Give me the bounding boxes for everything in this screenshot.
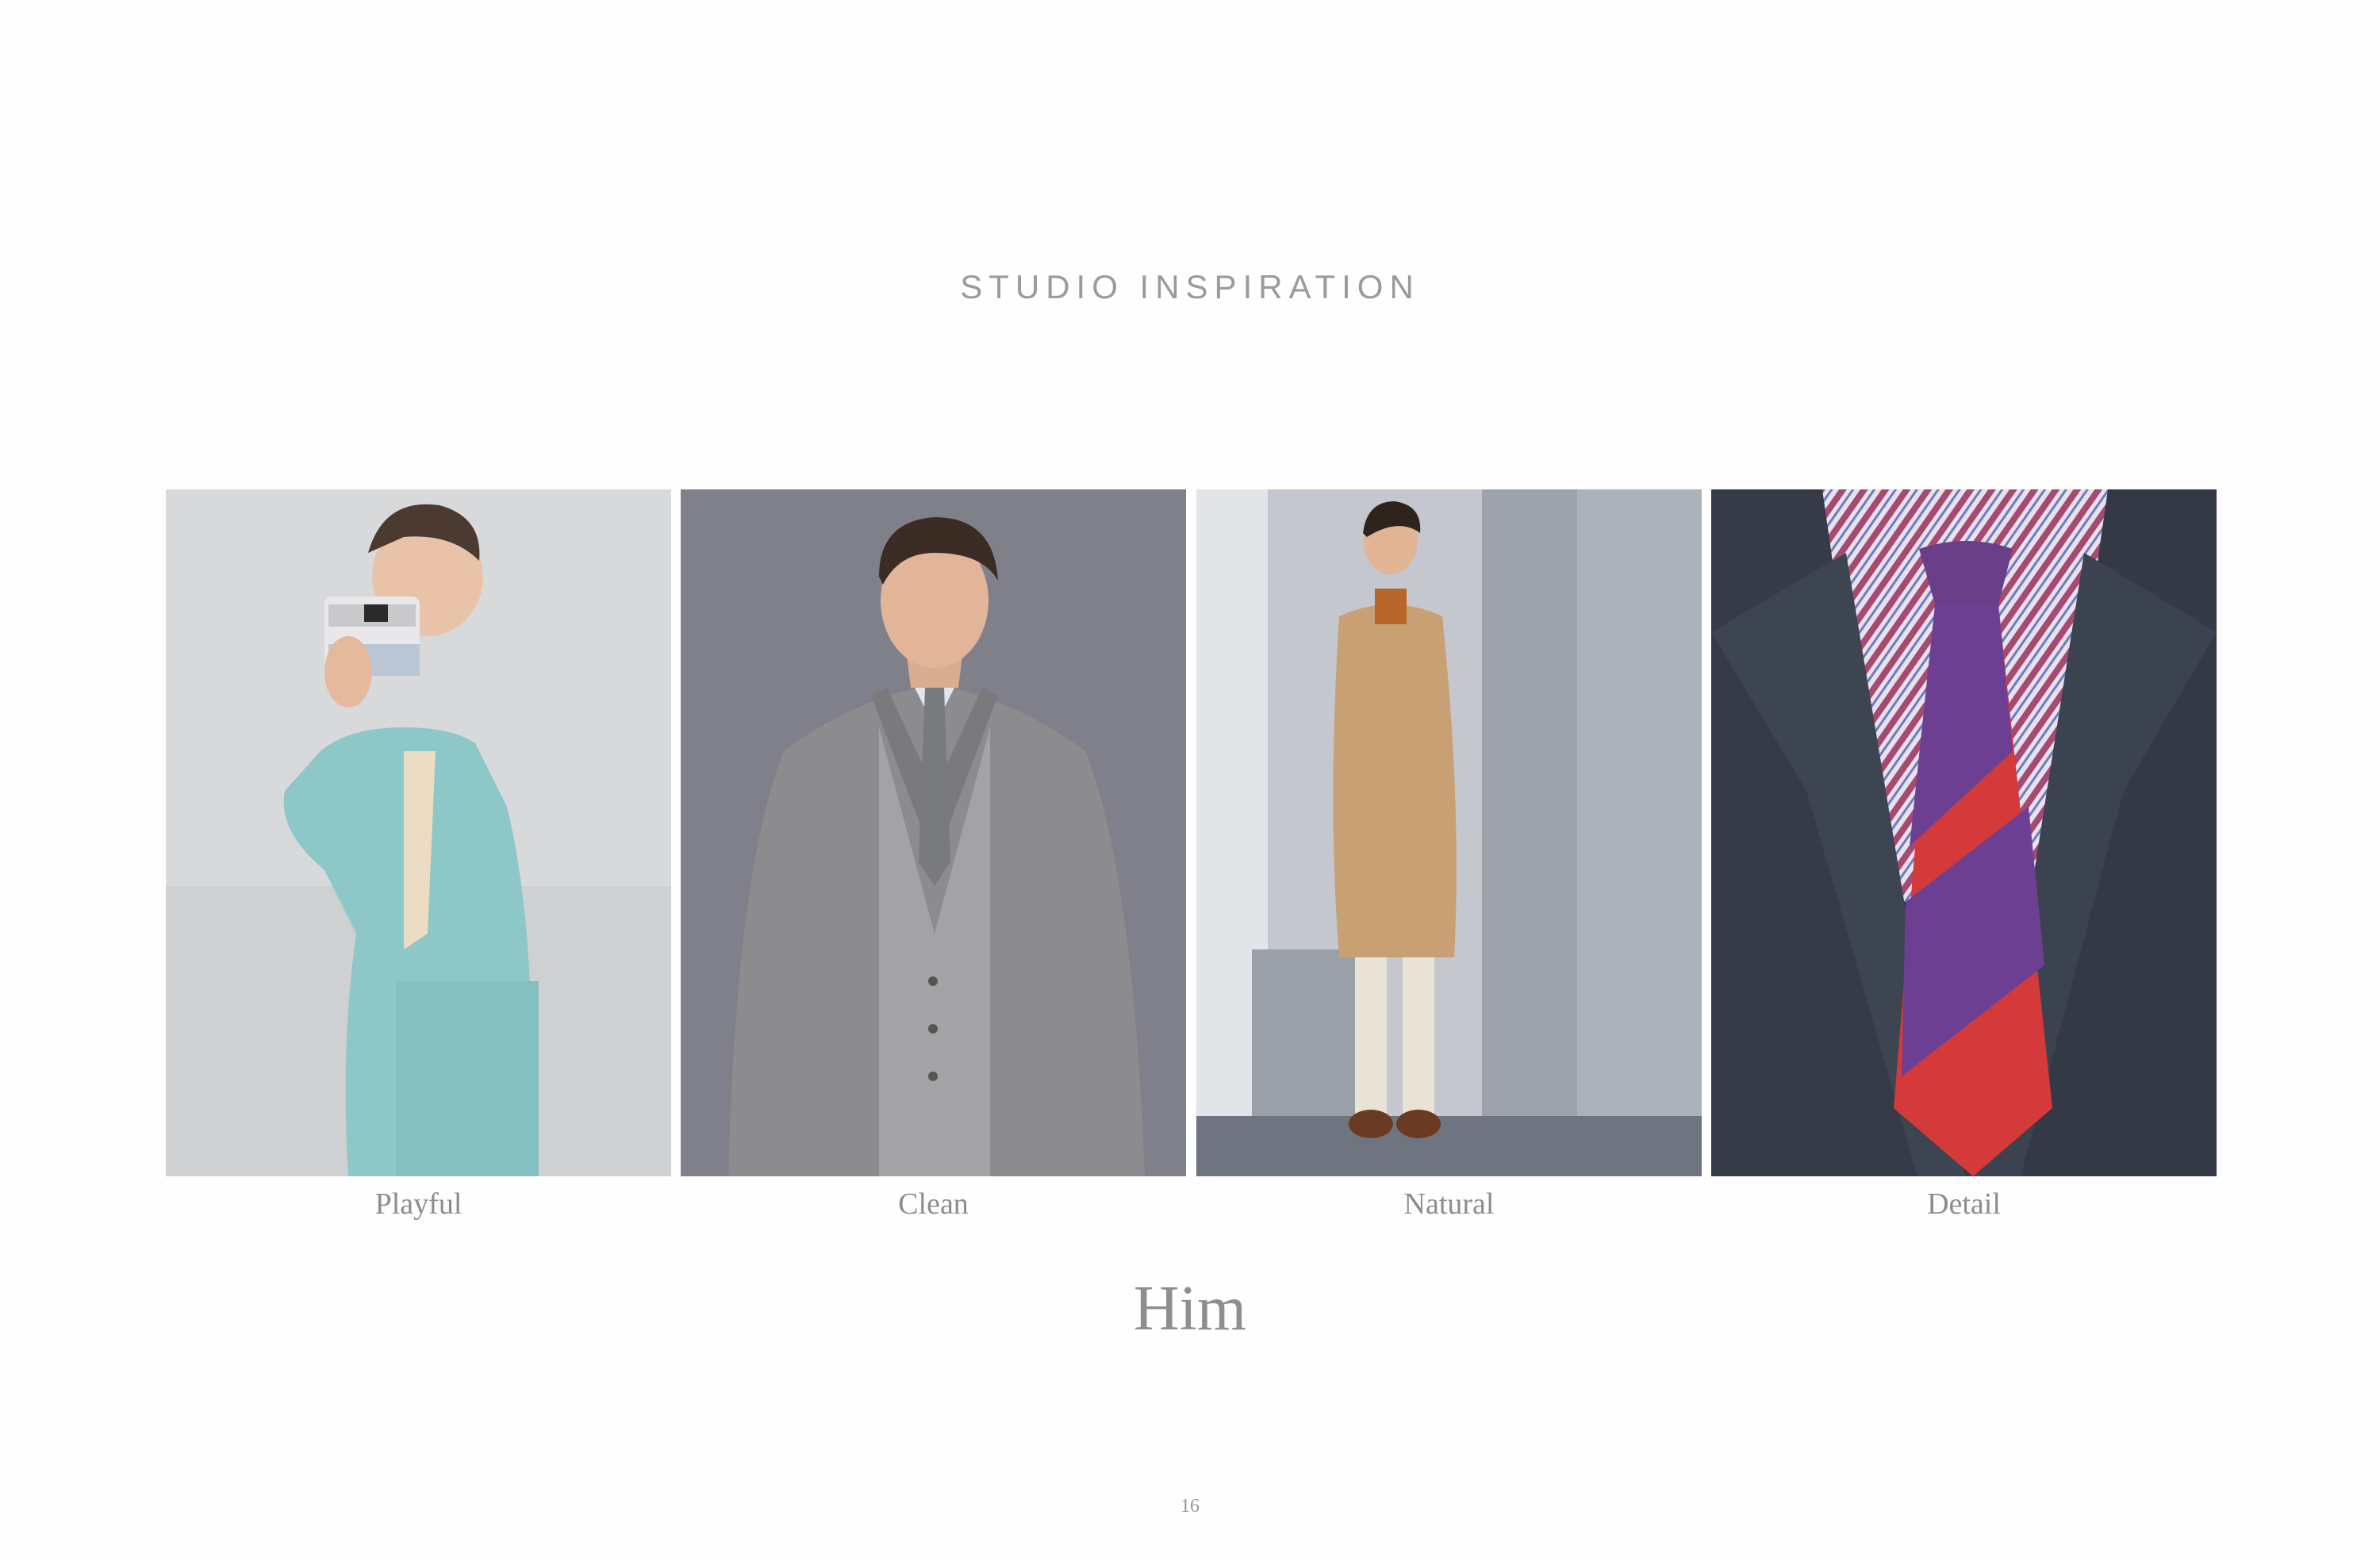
page-title: STUDIO INSPIRATION (960, 268, 1420, 305)
section-heading: Him (1133, 1274, 1247, 1344)
photo-playful (166, 489, 671, 1176)
caption-clean: Clean (898, 1187, 969, 1221)
photo-detail (1711, 489, 2217, 1176)
caption-playful: Playful (374, 1187, 463, 1221)
caption-detail: Detail (1927, 1187, 2001, 1221)
caption-natural: Natural (1403, 1187, 1495, 1221)
photo-natural (1196, 489, 1702, 1176)
photo-clean (681, 489, 1186, 1176)
page-number: 16 (1180, 1496, 1200, 1517)
